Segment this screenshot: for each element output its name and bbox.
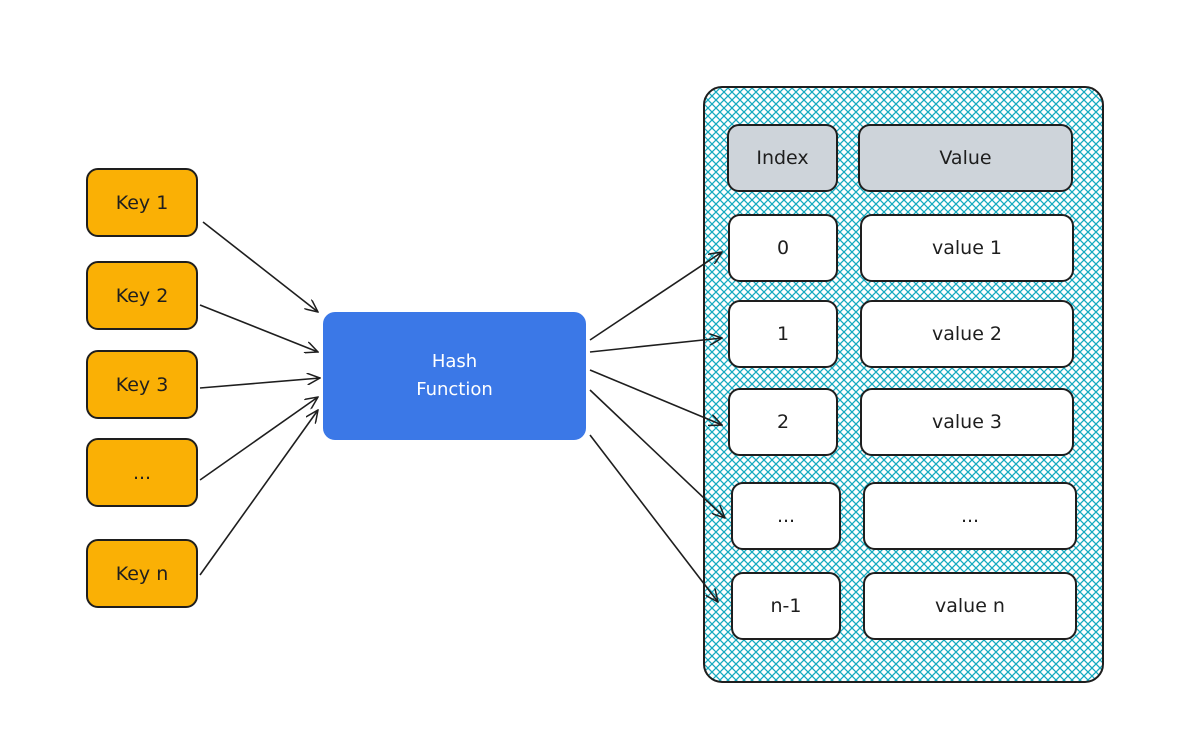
arrow: [199, 304, 318, 352]
index-cell: 2: [728, 388, 838, 456]
key-box: Key 3: [86, 350, 198, 419]
key-box: Key 2: [86, 261, 198, 330]
value-cell: value 2: [860, 300, 1074, 368]
arrow: [589, 369, 722, 425]
index-cell: ...: [731, 482, 841, 550]
value-cell: value 1: [860, 214, 1074, 282]
index-cell: 0: [728, 214, 838, 282]
arrow: [589, 252, 722, 341]
arrow: [589, 338, 722, 353]
arrow: [199, 410, 318, 576]
arrow: [589, 434, 718, 602]
value-header: Value: [858, 124, 1073, 192]
index-header: Index: [727, 124, 838, 192]
arrow: [199, 378, 320, 389]
value-cell: value 3: [860, 388, 1074, 456]
arrow: [202, 221, 318, 312]
key-box: ...: [86, 438, 198, 507]
key-box: Key 1: [86, 168, 198, 237]
arrow: [199, 397, 318, 481]
value-cell: value n: [863, 572, 1077, 640]
hash-function-box: Hash Function: [323, 312, 586, 440]
index-cell: n-1: [731, 572, 841, 640]
key-box: Key n: [86, 539, 198, 608]
index-cell: 1: [728, 300, 838, 368]
value-cell: ...: [863, 482, 1077, 550]
